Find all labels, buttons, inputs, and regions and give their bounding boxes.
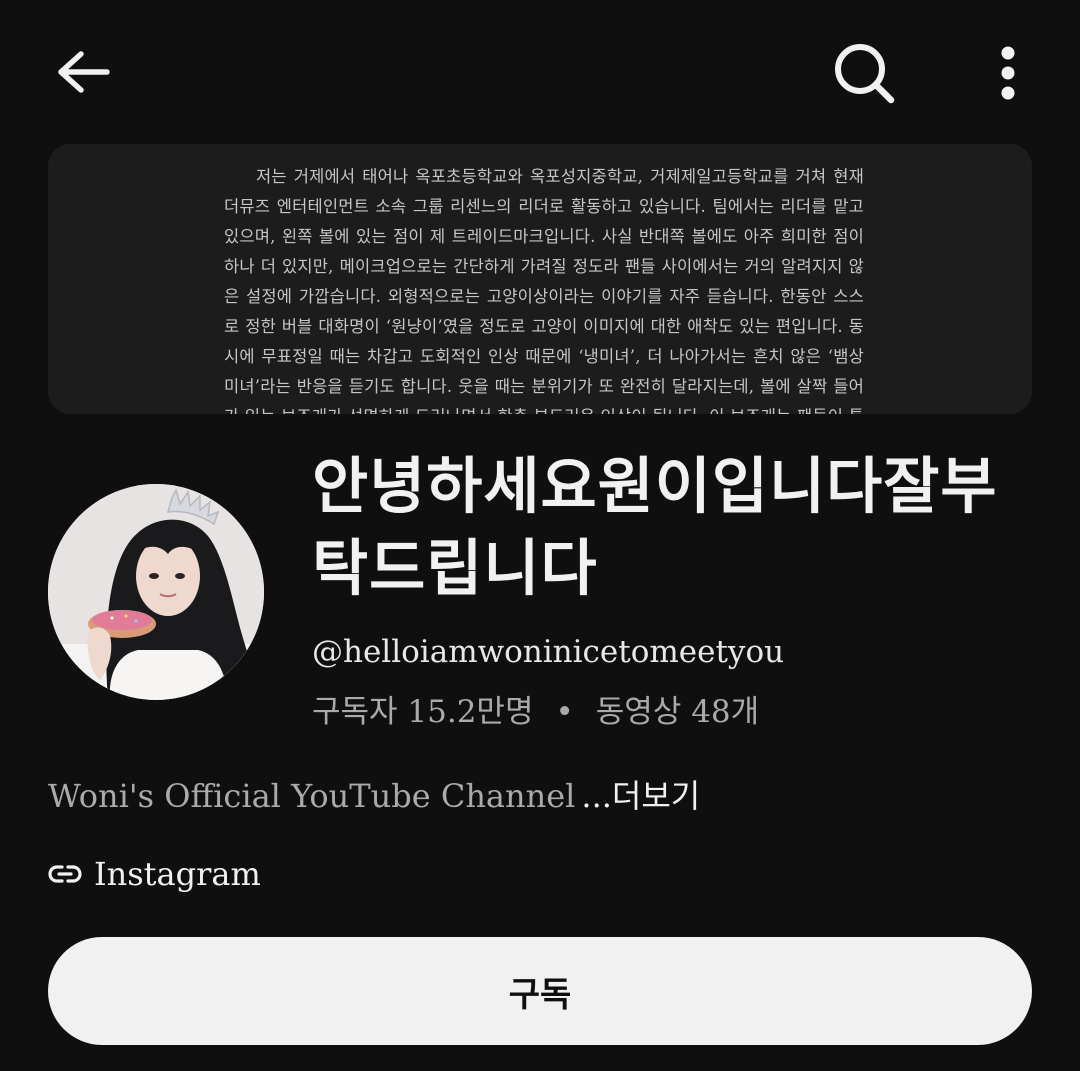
avatar-image [48, 484, 264, 700]
subscriber-count: 구독자 15.2만명 [312, 694, 534, 730]
back-button[interactable] [48, 40, 118, 104]
stats-separator: • [555, 694, 574, 730]
link-icon [48, 862, 82, 886]
channel-handle: @helloiamwoninicetomeetyou [312, 634, 785, 670]
channel-banner[interactable]: 저는 거제에서 태어나 옥포초등학교와 옥포성지중학교, 거제제일고등학교를 거… [48, 144, 1032, 414]
channel-description[interactable]: Woni's Official YouTube Channel ...더보기 [48, 774, 700, 818]
description-text: Woni's Official YouTube Channel [48, 777, 576, 815]
subscribe-button[interactable]: 구독 [48, 937, 1032, 1045]
search-button[interactable] [826, 40, 902, 106]
avatar[interactable] [48, 484, 264, 700]
more-options-button[interactable] [982, 40, 1034, 106]
more-link[interactable]: ...더보기 [581, 777, 700, 815]
arrow-left-icon [58, 51, 110, 93]
more-vertical-icon [1001, 46, 1015, 100]
channel-stats: 구독자 15.2만명 • 동영상 48개 [312, 690, 759, 734]
instagram-link[interactable]: Instagram [48, 852, 261, 896]
subscribe-label: 구독 [508, 974, 572, 1015]
link-label: Instagram [94, 855, 261, 893]
top-app-bar [0, 0, 1080, 140]
video-count: 동영상 48개 [595, 694, 760, 730]
banner-text: 저는 거제에서 태어나 옥포초등학교와 옥포성지중학교, 거제제일고등학교를 거… [224, 167, 864, 414]
channel-name: 안녕하세요원이입니다잘부탁드립니다 [312, 451, 998, 604]
search-icon [835, 44, 895, 104]
